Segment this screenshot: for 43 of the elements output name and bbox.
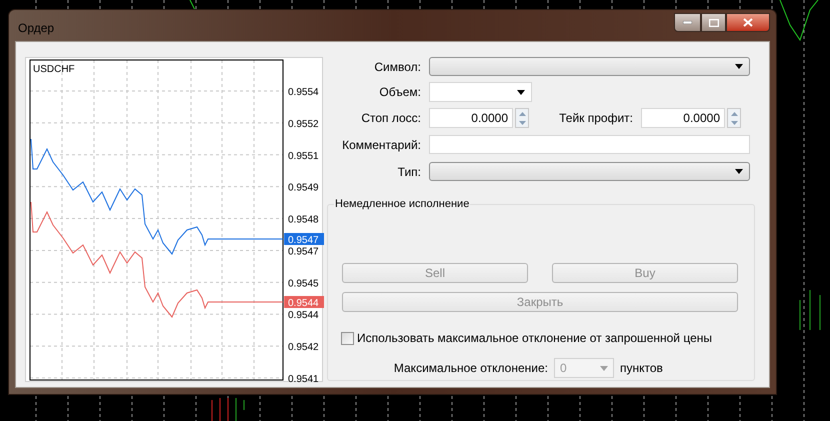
minimize-icon bbox=[683, 21, 692, 24]
checkbox[interactable] bbox=[341, 332, 354, 344]
caret-icon bbox=[517, 90, 525, 94]
axis-label: 0.9549 bbox=[288, 182, 319, 194]
axis-label: 0.9545 bbox=[288, 278, 319, 290]
field-label: Тейк профит: bbox=[558, 110, 633, 127]
axis-label: 0.9541 bbox=[288, 374, 319, 383]
axis-label: 0.9551 bbox=[288, 150, 319, 162]
close-button[interactable] bbox=[726, 13, 770, 32]
axis-label: 0.9547 bbox=[288, 246, 319, 258]
group-title: Немедленное исполнение bbox=[334, 196, 470, 212]
caret-icon bbox=[600, 366, 608, 370]
checkbox-label: Использовать максимальное отклонение от запрошенной цены bbox=[357, 330, 712, 347]
spin-buttons[interactable] bbox=[515, 108, 529, 128]
close-icon bbox=[743, 18, 753, 27]
axis-label: 0.9554 bbox=[288, 87, 319, 98]
volume-combo[interactable] bbox=[429, 82, 532, 102]
field-label: Комментарий: bbox=[341, 136, 421, 154]
field-label: Максимальное отклонение: bbox=[392, 360, 548, 377]
field-label: Объем: bbox=[378, 84, 421, 101]
minimize-button[interactable] bbox=[674, 13, 701, 32]
field-label: Стоп лосс: bbox=[360, 110, 421, 127]
maximize-button[interactable] bbox=[701, 13, 726, 32]
price-tag: 0.9544 bbox=[284, 296, 324, 309]
comment-field[interactable] bbox=[429, 135, 750, 154]
spin-buttons[interactable] bbox=[727, 108, 741, 128]
field-label: Тип: bbox=[396, 164, 421, 180]
axis-label: 0.9542 bbox=[288, 342, 319, 354]
chart-title: USDCHF bbox=[33, 64, 75, 75]
symbol-select[interactable] bbox=[429, 57, 750, 76]
stop-loss-field[interactable]: 0.0000 bbox=[429, 108, 513, 128]
window-title: Ордер bbox=[17, 20, 54, 36]
take-profit-field[interactable]: 0.0000 bbox=[641, 108, 725, 128]
unit-label: пунктов bbox=[620, 360, 663, 377]
caret-icon bbox=[735, 64, 743, 69]
caret-icon bbox=[735, 169, 743, 174]
axis-label: 0.9552 bbox=[288, 118, 319, 130]
axis-label: 0.9544 bbox=[288, 310, 319, 322]
axis-label: 0.9548 bbox=[288, 214, 319, 226]
price-tag: 0.9547 bbox=[284, 233, 324, 246]
field-label: Символ: bbox=[373, 58, 421, 76]
type-select[interactable] bbox=[429, 162, 750, 181]
maximize-icon bbox=[708, 18, 718, 26]
